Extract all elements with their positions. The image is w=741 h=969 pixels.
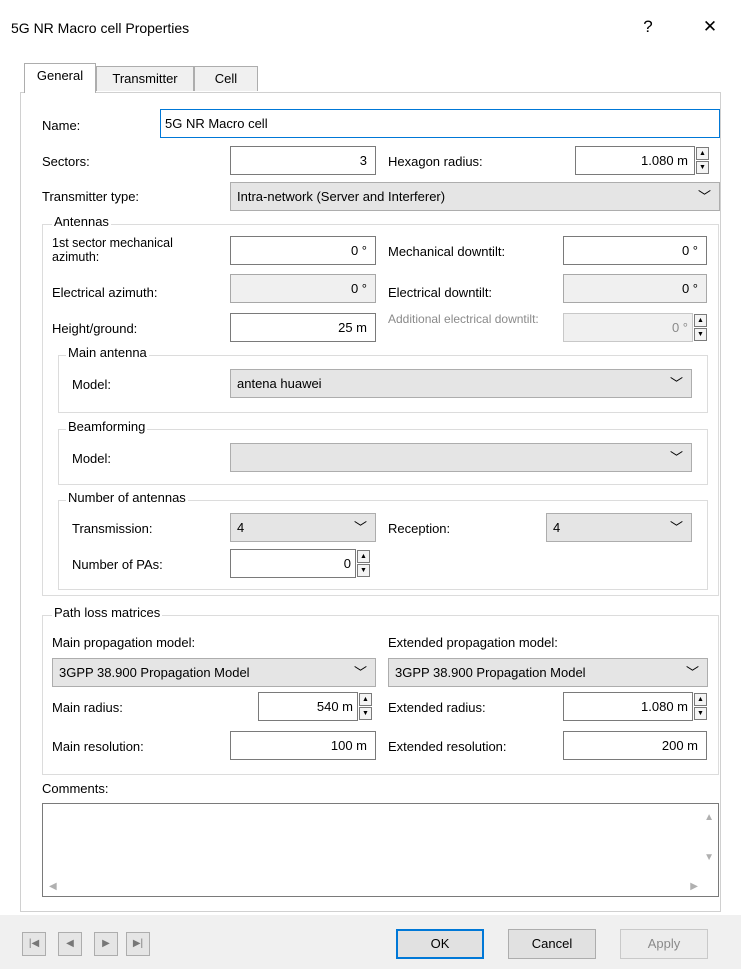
transmission-label: Transmission: — [72, 521, 153, 536]
last-record-button[interactable]: ▶| — [126, 932, 150, 956]
main-antenna-model-select[interactable]: antena huawei ﹀ — [230, 369, 692, 398]
main-antenna-model-value: antena huawei — [237, 376, 322, 391]
main-radius-field[interactable]: 540 m — [258, 692, 358, 721]
beamforming-model-label: Model: — [72, 451, 112, 466]
transmitter-type-label: Transmitter type: — [42, 189, 140, 204]
comments-label: Comments: — [42, 781, 109, 796]
hexagon-radius-field[interactable]: 1.080 m — [575, 146, 695, 175]
scroll-down-icon[interactable]: ▼ — [704, 852, 714, 863]
num-pas-field[interactable]: 0 — [230, 549, 356, 578]
transmission-select[interactable]: 4 ﹀ — [230, 513, 376, 542]
path-loss-title: Path loss matrices — [52, 605, 163, 620]
elec-downtilt-field: 0 ° — [563, 274, 707, 303]
extended-resolution-field[interactable]: 200 m — [563, 731, 707, 760]
window-title: 5G NR Macro cell Properties — [11, 20, 190, 36]
beamforming-model-select[interactable]: ﹀ — [230, 443, 692, 472]
scroll-up-icon[interactable]: ▲ — [704, 812, 714, 823]
reception-value: 4 — [553, 520, 561, 535]
first-record-button[interactable]: |◀ — [22, 932, 46, 956]
main-radius-spinner[interactable]: ▲ ▼ — [359, 693, 372, 720]
elec-downtilt-label: Electrical downtilt: — [388, 285, 493, 300]
help-button[interactable]: ? — [628, 12, 668, 42]
sectors-label: Sectors: — [42, 154, 90, 169]
cancel-button[interactable]: Cancel — [508, 929, 596, 959]
main-antenna-title: Main antenna — [66, 345, 149, 360]
mech-downtilt-field[interactable]: 0 ° — [563, 236, 707, 265]
elec-azimuth-label: Electrical azimuth: — [52, 285, 158, 300]
transmission-value: 4 — [237, 520, 245, 535]
extended-radius-spinner[interactable]: ▲ ▼ — [694, 693, 707, 720]
additional-downtilt-label: Additional electrical downtilt: — [388, 312, 539, 326]
scroll-right-icon[interactable]: ▶ — [690, 881, 698, 892]
next-record-button[interactable]: ▶ — [94, 932, 118, 956]
chevron-down-icon: ﹀ — [353, 520, 367, 535]
main-radius-label: Main radius: — [52, 700, 123, 715]
height-ground-field[interactable]: 25 m — [230, 313, 376, 342]
main-resolution-label: Main resolution: — [52, 739, 144, 754]
chevron-down-icon: ﹀ — [669, 450, 683, 465]
transmitter-type-value: Intra-network (Server and Interferer) — [237, 189, 446, 204]
transmitter-type-select[interactable]: Intra-network (Server and Interferer) ﹀ — [230, 182, 720, 211]
title-bar: 5G NR Macro cell Properties ? ✕ — [0, 0, 741, 52]
hexagon-radius-label: Hexagon radius: — [388, 154, 483, 169]
main-antenna-model-label: Model: — [72, 377, 112, 392]
hexagon-radius-spinner[interactable]: ▲ ▼ — [696, 147, 709, 174]
name-field[interactable]: 5G NR Macro cell — [160, 109, 720, 138]
scroll-left-icon[interactable]: ◀ — [49, 881, 57, 892]
tab-cell[interactable]: Cell — [194, 66, 258, 91]
tab-general[interactable]: General — [24, 63, 96, 93]
reception-select[interactable]: 4 ﹀ — [546, 513, 692, 542]
name-label: Name: — [42, 118, 81, 133]
extended-propagation-value: 3GPP 38.900 Propagation Model — [395, 665, 586, 680]
ok-button[interactable]: OK — [396, 929, 484, 959]
chevron-down-icon: ﹀ — [685, 665, 699, 680]
reception-label: Reception: — [388, 521, 451, 536]
tab-transmitter[interactable]: Transmitter — [96, 66, 194, 91]
chevron-down-icon: ﹀ — [669, 376, 683, 391]
antennas-group-title: Antennas — [52, 214, 111, 229]
mech-azimuth-label: 1st sector mechanical azimuth: — [52, 236, 173, 264]
additional-downtilt-spinner[interactable]: ▲ ▼ — [694, 314, 707, 341]
previous-record-button[interactable]: ◀ — [58, 932, 82, 956]
chevron-down-icon: ﹀ — [353, 665, 367, 680]
additional-downtilt-field: 0 ° — [563, 313, 693, 342]
chevron-down-icon: ﹀ — [669, 520, 683, 535]
apply-button[interactable]: Apply — [620, 929, 708, 959]
num-antennas-title: Number of antennas — [66, 490, 188, 505]
sectors-field[interactable]: 3 — [230, 146, 376, 175]
extended-resolution-label: Extended resolution: — [388, 739, 507, 754]
main-propagation-label: Main propagation model: — [52, 635, 196, 650]
extended-radius-label: Extended radius: — [388, 700, 486, 715]
main-propagation-value: 3GPP 38.900 Propagation Model — [59, 665, 250, 680]
main-propagation-select[interactable]: 3GPP 38.900 Propagation Model ﹀ — [52, 658, 376, 687]
num-pas-label: Number of PAs: — [72, 557, 163, 572]
chevron-down-icon: ﹀ — [697, 189, 711, 204]
height-ground-label: Height/ground: — [52, 321, 138, 336]
mech-azimuth-field[interactable]: 0 ° — [230, 236, 376, 265]
elec-azimuth-field: 0 ° — [230, 274, 376, 303]
extended-propagation-label: Extended propagation model: — [388, 635, 558, 650]
beamforming-title: Beamforming — [66, 419, 148, 434]
num-pas-spinner[interactable]: ▲ ▼ — [357, 550, 370, 577]
extended-radius-field[interactable]: 1.080 m — [563, 692, 693, 721]
extended-propagation-select[interactable]: 3GPP 38.900 Propagation Model ﹀ — [388, 658, 708, 687]
close-button[interactable]: ✕ — [690, 12, 730, 42]
comments-textarea[interactable]: ▲ ▼ ◀ ▶ — [42, 803, 719, 897]
mech-downtilt-label: Mechanical downtilt: — [388, 244, 506, 259]
main-resolution-field[interactable]: 100 m — [230, 731, 376, 760]
